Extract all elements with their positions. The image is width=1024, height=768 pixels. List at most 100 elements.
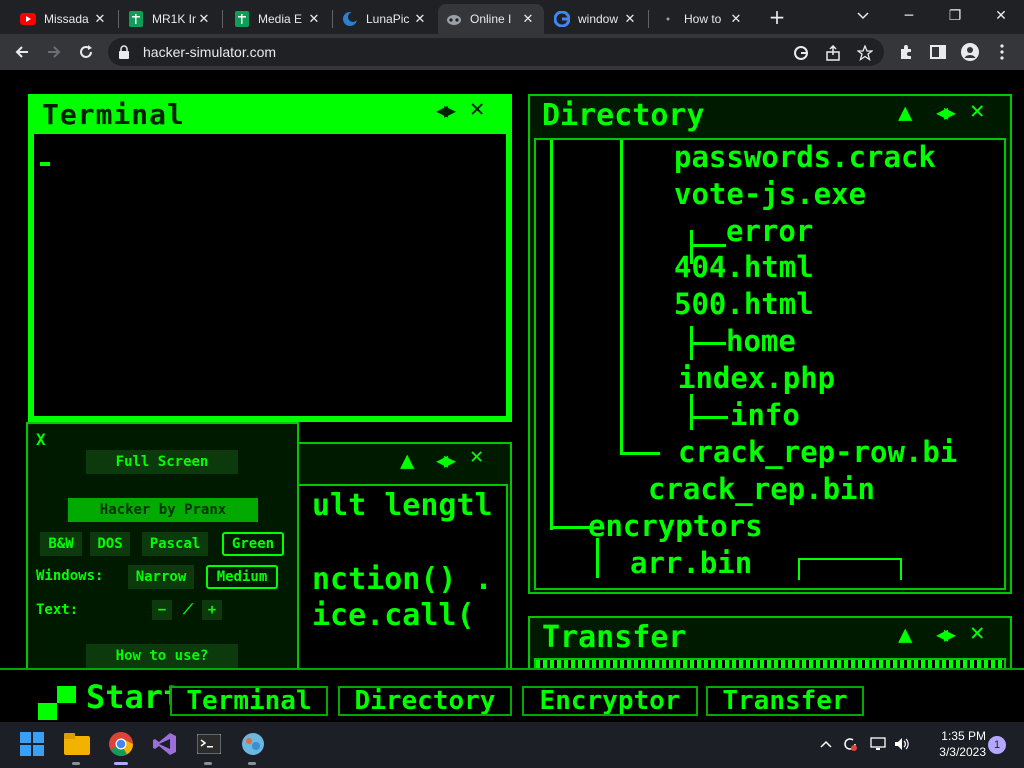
close-icon[interactable]: ✕	[470, 444, 483, 469]
browser-tab[interactable]: window ✕	[546, 4, 646, 34]
taskbar-encryptor-button[interactable]: Encryptor	[522, 686, 698, 716]
browser-tab[interactable]: Missada ✕	[12, 4, 116, 34]
dir-entry[interactable]: encryptors	[588, 509, 763, 543]
theme-dos-button[interactable]: DOS	[90, 532, 130, 556]
directory-window[interactable]: Directory ▲ ◀▶ ✕ passwords.crack vote-js…	[528, 94, 1012, 594]
taskbar-terminal-button[interactable]: Terminal	[170, 686, 328, 716]
theme-pascal-button[interactable]: Pascal	[142, 532, 208, 556]
close-icon[interactable]: ✕	[970, 618, 984, 646]
taskbar-directory-button[interactable]: Directory	[338, 686, 512, 716]
full-screen-button[interactable]: Full Screen	[86, 450, 238, 474]
close-icon[interactable]: ✕	[306, 11, 322, 27]
dir-entry[interactable]: info	[730, 398, 800, 432]
settings-close-button[interactable]: X	[36, 430, 46, 449]
file-explorer-icon[interactable]	[63, 730, 91, 758]
resize-arrows-icon[interactable]: ◀▶	[436, 448, 456, 472]
browser-tab[interactable]: How to ✕	[652, 4, 752, 34]
menu-kebab-icon[interactable]	[992, 42, 1012, 62]
browser-tab-active[interactable]: Online I ✕	[438, 4, 544, 34]
resize-arrows-icon[interactable]: ◀▶	[936, 622, 956, 646]
text-increase-button[interactable]: +	[202, 600, 222, 620]
windows-label: Windows:	[36, 568, 104, 584]
text-decrease-button[interactable]: −	[152, 600, 172, 620]
windows-start-icon[interactable]	[18, 730, 46, 758]
start-logo-icon[interactable]	[38, 686, 76, 720]
dir-entry[interactable]: vote-js.exe	[674, 177, 866, 211]
lock-icon[interactable]	[118, 44, 130, 63]
google-lens-icon[interactable]	[792, 44, 810, 62]
taskbar-transfer-button[interactable]: Transfer	[706, 686, 864, 716]
window-narrow-button[interactable]: Narrow	[128, 565, 194, 589]
minimize-button[interactable]: ─	[894, 5, 924, 27]
dir-entry[interactable]: crack_rep-row.bi	[678, 435, 957, 469]
text-label: Text:	[36, 602, 79, 618]
close-icon[interactable]: ✕	[470, 94, 484, 122]
close-window-button[interactable]: ✕	[986, 5, 1016, 27]
network-icon[interactable]	[868, 734, 888, 754]
hacker-by-pranx-button[interactable]: Hacker by Pranx	[68, 498, 258, 522]
tab-search-button[interactable]	[848, 5, 878, 27]
google-icon	[554, 11, 570, 27]
volume-icon[interactable]	[892, 734, 912, 754]
close-icon[interactable]: ✕	[970, 96, 984, 124]
clock-date: 3/3/2023	[939, 745, 986, 759]
sync-icon[interactable]	[840, 734, 860, 754]
youtube-icon	[20, 11, 36, 27]
tab-title: Online I	[470, 12, 512, 26]
chrome-icon[interactable]	[107, 730, 135, 758]
how-to-use-button[interactable]: How to use?	[86, 644, 238, 668]
maximize-up-icon[interactable]: ▲	[898, 98, 912, 126]
code-line: ice.call(	[312, 598, 475, 633]
terminal-window[interactable]: Terminal ◀▶ ✕	[28, 94, 512, 422]
terminal-body[interactable]	[34, 134, 506, 416]
profile-icon[interactable]	[960, 42, 980, 62]
start-button[interactable]: Start	[86, 678, 182, 716]
dir-entry[interactable]: crack_rep.bin	[648, 472, 875, 506]
new-tab-button[interactable]: +	[766, 7, 788, 29]
window-medium-button[interactable]: Medium	[206, 565, 278, 589]
close-icon[interactable]: ✕	[728, 11, 744, 27]
code-line: nction() .	[312, 562, 493, 597]
address-bar[interactable]: hacker-simulator.com	[108, 38, 884, 66]
maximize-up-icon[interactable]: ▲	[898, 620, 912, 648]
dir-entry[interactable]: index.php	[678, 361, 835, 395]
side-panel-icon[interactable]	[928, 42, 948, 62]
show-hidden-icons-chevron-icon[interactable]	[816, 734, 836, 754]
browser-tab[interactable]: MR1K In ✕	[120, 4, 220, 34]
dir-entry[interactable]: passwords.crack	[674, 140, 936, 174]
dir-entry[interactable]: 500.html	[674, 287, 814, 321]
dir-entry[interactable]: 404.html	[674, 250, 814, 284]
browser-tab[interactable]: Media E ✕	[226, 4, 330, 34]
resize-arrows-icon[interactable]: ◀▶	[936, 100, 956, 124]
close-icon[interactable]: ✕	[196, 11, 212, 27]
share-icon[interactable]	[824, 44, 842, 62]
close-icon[interactable]: ✕	[412, 11, 428, 27]
forward-button[interactable]	[42, 40, 66, 64]
close-icon[interactable]: ✕	[520, 11, 536, 27]
system-clock[interactable]: 1:35 PM 3/3/2023	[916, 728, 986, 760]
theme-green-button[interactable]: Green	[222, 532, 284, 556]
close-icon[interactable]: ✕	[622, 11, 638, 27]
restore-button[interactable]: ❐	[940, 5, 970, 27]
maximize-up-icon[interactable]: ▲	[400, 446, 414, 474]
dir-entry[interactable]: error	[726, 214, 813, 248]
sheets-icon	[128, 11, 144, 27]
page-viewport: Directory ▲ ◀▶ ✕ passwords.crack vote-js…	[0, 70, 1024, 722]
sheets-icon	[234, 11, 250, 27]
text-edit-icon[interactable]: ⟋	[178, 600, 198, 620]
bookmark-star-icon[interactable]	[856, 44, 874, 62]
theme-bw-button[interactable]: B&W	[40, 532, 82, 556]
reload-button[interactable]	[74, 40, 98, 64]
back-button[interactable]	[10, 40, 34, 64]
game-app-icon[interactable]	[239, 730, 267, 758]
resize-arrows-icon[interactable]: ◀▶	[436, 98, 456, 122]
close-icon[interactable]: ✕	[92, 11, 108, 27]
code-line: ult lengtl	[312, 488, 493, 523]
visual-studio-icon[interactable]	[151, 730, 179, 758]
browser-tab[interactable]: LunaPic ✕	[334, 4, 436, 34]
dir-entry[interactable]: arr.bin	[630, 546, 752, 580]
notification-badge[interactable]: 1	[988, 736, 1006, 754]
terminal-app-icon[interactable]	[195, 730, 223, 758]
dir-entry[interactable]: home	[726, 324, 796, 358]
extensions-icon[interactable]	[896, 42, 916, 62]
